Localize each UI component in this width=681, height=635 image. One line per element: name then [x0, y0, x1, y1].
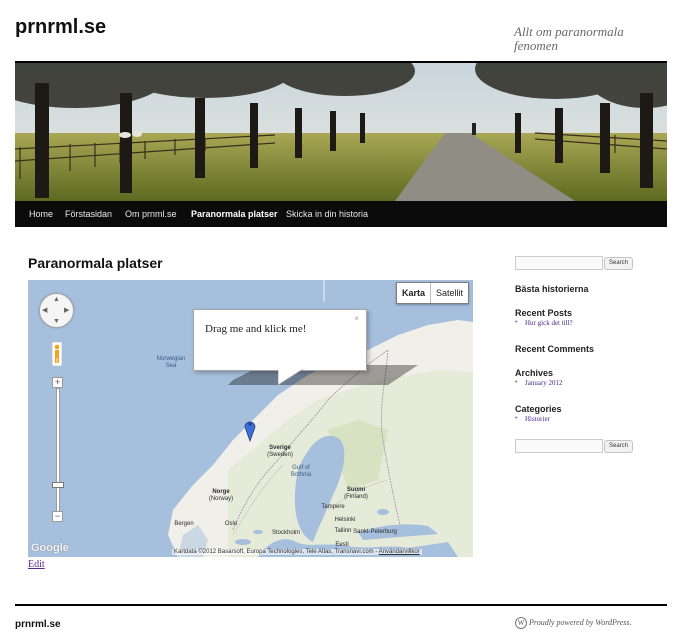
map-label-helsinki: Helsinki [334, 517, 356, 523]
site-title[interactable]: prnrml.se [15, 16, 106, 39]
search-button[interactable]: Search [604, 257, 634, 270]
edit-link[interactable]: Edit [28, 559, 45, 570]
recent-post-link[interactable]: Hur gick det till? [525, 319, 573, 327]
pan-down-icon[interactable]: ▼ [53, 318, 60, 325]
infowindow-text: Drag me and klick me! [205, 323, 307, 335]
list-bullet: • [515, 379, 518, 386]
pan-left-icon[interactable]: ◀ [42, 307, 47, 314]
map-type-satellit-button[interactable]: Satellit [431, 283, 468, 303]
wordpress-icon[interactable]: W [515, 617, 527, 629]
category-link[interactable]: Historier [525, 415, 550, 423]
map-label-eesti: Eesti [335, 542, 349, 548]
nav-item-skicka-in[interactable]: Skicka in din historia [286, 201, 368, 227]
map-attribution: Kartdata ©2012 Basarsoft, Europa Technol… [172, 549, 422, 555]
pan-up-icon[interactable]: ▲ [53, 296, 60, 303]
nav-item-om[interactable]: Om prnml.se [125, 201, 177, 227]
map-label-norwegian-sea: Norwegian Sea [156, 356, 186, 369]
zoom-out-button[interactable]: − [52, 511, 63, 522]
map-type-control: Karta Satellit [395, 282, 469, 304]
list-bullet: • [515, 319, 518, 326]
map-label-bergen: Bergen [174, 521, 194, 527]
infowindow-tail [278, 369, 304, 386]
nav-item-home[interactable]: Home [29, 201, 53, 227]
widget-title-recent-posts: Recent Posts [515, 308, 573, 318]
map-label-stockholm: Stockholm [271, 530, 300, 536]
nav-item-paranormala-platser[interactable]: Paranormala platser [191, 201, 278, 227]
list-bullet: • [515, 415, 518, 422]
map-infowindow[interactable]: Drag me and klick me! × [193, 309, 367, 371]
archive-link[interactable]: January 2012 [525, 379, 563, 387]
pegman-icon[interactable] [52, 342, 62, 366]
page-title: Paranormala platser [28, 255, 163, 271]
main-navigation: Home Förstasidan Om prnml.se Paranormala… [15, 201, 667, 227]
map-label-suomi: Suomi (Finland) [344, 487, 368, 500]
widget-title-recent-comments: Recent Comments [515, 344, 595, 354]
map-type-karta-button[interactable]: Karta [397, 283, 431, 303]
nav-item-forstasidan[interactable]: Förstasidan [65, 201, 112, 227]
footer-divider [15, 604, 667, 606]
footer-site-title[interactable]: prnrml.se [15, 619, 61, 630]
search-input[interactable] [515, 439, 603, 453]
zoom-slider-handle[interactable] [52, 482, 64, 488]
google-map[interactable]: Norwegian Sea Sverige (Sweden) Gulf of Both… [28, 280, 473, 557]
map-label-tampere: Tampere [321, 504, 345, 510]
zoom-in-button[interactable]: + [52, 377, 63, 388]
map-label-sankt-peterburg: Sankt-Peterburg [353, 529, 397, 535]
pan-right-icon[interactable]: ▶ [64, 307, 69, 314]
zoom-slider-track[interactable] [56, 388, 60, 516]
header-banner-image [15, 63, 667, 201]
widget-title-basta-historierna: Bästa historierna [515, 284, 589, 294]
search-input[interactable] [515, 256, 603, 270]
map-label-sverige: Sverige (Sweden) [267, 445, 293, 458]
map-label-oslo: Oslo [224, 521, 238, 527]
map-pan-control[interactable]: ▲ ▼ ◀ ▶ [39, 293, 74, 328]
terms-link[interactable]: Användarvillkor [379, 549, 420, 555]
google-logo[interactable]: Google [31, 542, 69, 554]
widget-title-categories: Categories [515, 404, 562, 414]
map-label-gulf-of-bothnia: Gulf of Bothnia [290, 465, 312, 478]
search-button[interactable]: Search [604, 440, 634, 453]
site-description: Allt om paranormala fenomen [514, 24, 624, 53]
powered-by-link[interactable]: Proudly powered by WordPress. [529, 618, 632, 627]
close-icon[interactable]: × [354, 314, 359, 323]
map-label-norge: Norge (Norway) [208, 489, 234, 502]
widget-title-archives: Archives [515, 368, 554, 378]
map-marker-icon[interactable] [244, 418, 256, 442]
